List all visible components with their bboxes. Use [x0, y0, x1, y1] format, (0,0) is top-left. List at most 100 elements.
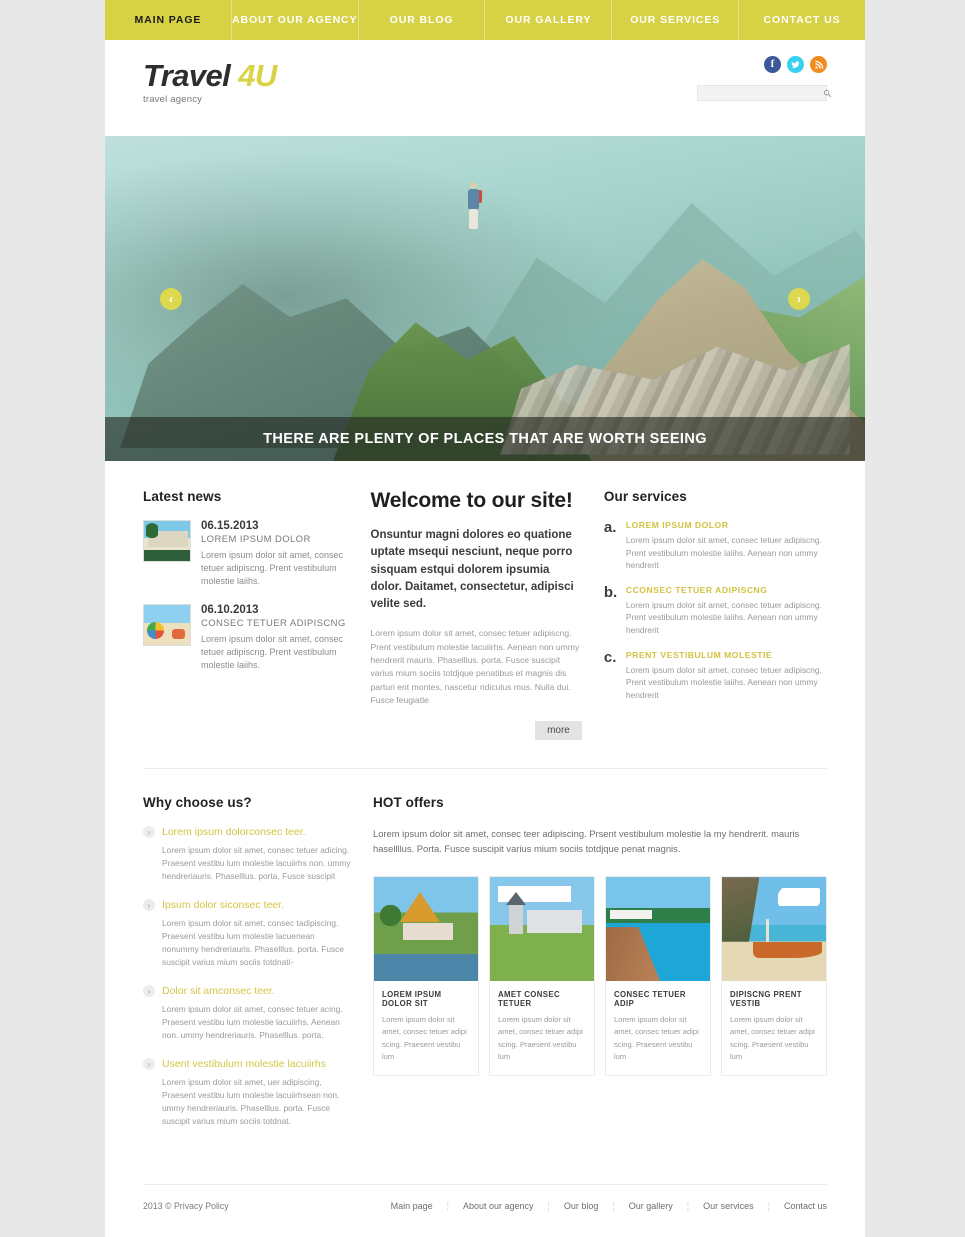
- footer-link-our-gallery[interactable]: Our gallery: [629, 1201, 673, 1211]
- our-services-section: Our services a. LOREM IPSUM DOLOR Lorem …: [604, 489, 827, 740]
- service-item: c. PRENT VESTIBULUM MOLESTIE Lorem ipsum…: [603, 648, 827, 702]
- offer-text: Lorem ipsum dolor sit amet, consec tetue…: [614, 1015, 699, 1061]
- footer-separator: ¦: [686, 1201, 690, 1212]
- footer-link-our-services[interactable]: Our services: [703, 1201, 754, 1211]
- footer-link-contact-us[interactable]: Contact us: [784, 1201, 827, 1211]
- hot-offers-section: HOT offers Lorem ipsum dolor sit amet, c…: [373, 795, 827, 1144]
- service-marker: b.: [603, 583, 618, 601]
- secondary-content: Why choose us? › Lorem ipsum dolorconsec…: [105, 769, 865, 1144]
- offer-card[interactable]: LOREM IPSUM DOLOR SIT Lorem ipsum dolor …: [373, 876, 479, 1076]
- chevron-right-icon: ›: [143, 826, 155, 839]
- why-item: › Usent vestibulum molestie lacuiirhs Lo…: [143, 1058, 351, 1128]
- nav-item-contact-us[interactable]: CONTACT US: [739, 0, 865, 40]
- offer-card[interactable]: AMET CONSEC TETUER Lorem ipsum dolor sit…: [489, 876, 595, 1076]
- hero-image: [105, 136, 865, 461]
- offers-list: LOREM IPSUM DOLOR SIT Lorem ipsum dolor …: [373, 876, 827, 1076]
- chevron-right-icon: ›: [143, 985, 155, 998]
- why-item-title[interactable]: Ipsum dolor siconsec teer.: [162, 899, 284, 911]
- site-footer: 2013 © Privacy Policy Main page ¦ About …: [105, 1185, 865, 1237]
- news-subtitle[interactable]: LOREM IPSUM DOLOR: [201, 534, 349, 545]
- why-item: › Ipsum dolor siconsec teer. Lorem ipsum…: [143, 899, 351, 969]
- social-links: f: [764, 56, 827, 73]
- offer-image[interactable]: [374, 877, 478, 982]
- nav-item-our-gallery[interactable]: OUR GALLERY: [485, 0, 613, 40]
- more-button[interactable]: more: [535, 721, 582, 741]
- why-item-title[interactable]: Lorem ipsum dolorconsec teer.: [162, 826, 306, 838]
- why-item-title[interactable]: Usent vestibulum molestie lacuiirhs: [162, 1058, 326, 1070]
- search-input[interactable]: [698, 88, 823, 98]
- main-content: Latest news 06.15.2013 LOREM IPSUM DOLOR…: [105, 461, 865, 741]
- main-navigation: MAIN PAGE ABOUT OUR AGENCY OUR BLOG OUR …: [105, 0, 865, 40]
- facebook-icon[interactable]: f: [764, 56, 781, 73]
- welcome-lead-text: Onsuntur magni dolores eo quatione uptat…: [370, 529, 574, 610]
- copyright-text: 2013 © Privacy Policy: [143, 1201, 229, 1212]
- site-logo[interactable]: Travel 4U travel agency: [143, 60, 277, 105]
- site-header: Travel 4U travel agency f: [105, 40, 865, 136]
- service-text: Lorem ipsum dolor sit amet, consec tetue…: [625, 664, 822, 700]
- footer-link-about-our-agency[interactable]: About our agency: [463, 1201, 534, 1211]
- slider-caption: THERE ARE PLENTY OF PLACES THAT ARE WORT…: [105, 417, 865, 461]
- chevron-right-icon: ›: [143, 899, 155, 912]
- hot-offers-lead: Lorem ipsum dolor sit amet, consec teer …: [373, 828, 800, 855]
- footer-separator: ¦: [612, 1201, 615, 1212]
- offer-title[interactable]: LOREM IPSUM DOLOR SIT: [382, 990, 470, 1008]
- nav-item-our-blog[interactable]: OUR BLOG: [359, 0, 486, 40]
- footer-navigation: Main page ¦ About our agency ¦ Our blog …: [391, 1201, 827, 1211]
- rss-icon[interactable]: [810, 56, 827, 73]
- offer-card[interactable]: DIPISCNG PRENT VESTIB Lorem ipsum dolor …: [721, 876, 827, 1076]
- offer-image[interactable]: [722, 877, 826, 982]
- search-box[interactable]: [697, 85, 832, 101]
- nav-item-about-our-agency[interactable]: ABOUT OUR AGENCY: [232, 0, 359, 40]
- offer-card[interactable]: CONSEC TETUER ADIP Lorem ipsum dolor sit…: [605, 876, 711, 1076]
- service-marker: c.: [603, 648, 617, 666]
- service-text: Lorem ipsum dolor sit amet, consec tetue…: [625, 599, 822, 636]
- news-subtitle[interactable]: CONSEC TETUER ADIPISCNG: [201, 618, 349, 629]
- latest-news-section: Latest news 06.15.2013 LOREM IPSUM DOLOR…: [143, 489, 371, 740]
- why-item: › Lorem ipsum dolorconsec teer. Lorem ip…: [143, 826, 351, 883]
- slider-next-button[interactable]: ›: [788, 287, 810, 310]
- latest-news-title: Latest news: [143, 489, 222, 504]
- why-choose-us-title: Why choose us?: [143, 795, 252, 811]
- offer-text: Lorem ipsum dolor sit amet, consec tetue…: [730, 1015, 815, 1061]
- service-item: b. CCONSEC TETUER ADIPISCNG Lorem ipsum …: [603, 583, 827, 637]
- news-thumbnail[interactable]: [143, 520, 191, 562]
- news-item[interactable]: 06.15.2013 LOREM IPSUM DOLOR Lorem ipsum…: [143, 520, 349, 588]
- logo-main-text: Travel: [143, 58, 231, 93]
- service-title[interactable]: LOREM IPSUM DOLOR: [626, 520, 827, 530]
- hiker-figure: [466, 181, 482, 238]
- nav-item-our-services[interactable]: OUR SERVICES: [612, 0, 740, 40]
- offer-text: Lorem ipsum dolor sit amet, consec tetue…: [498, 1015, 583, 1061]
- our-services-title: Our services: [603, 489, 687, 504]
- why-item-text: Lorem ipsum dolor sit amet, uer adipisci…: [162, 1077, 340, 1127]
- service-title[interactable]: PRENT VESTIBULUM MOLESTIE: [626, 650, 827, 660]
- news-date: 06.15.2013: [201, 520, 259, 532]
- why-item-title[interactable]: Dolor sit amconsec teer.: [162, 985, 275, 997]
- offer-image[interactable]: [606, 877, 710, 982]
- why-item-text: Lorem ipsum dolor sit amet, consec tadip…: [162, 918, 345, 968]
- news-thumbnail[interactable]: [143, 604, 191, 647]
- slider-prev-button[interactable]: ‹: [160, 287, 182, 310]
- footer-separator: ¦: [547, 1201, 550, 1212]
- offer-title[interactable]: AMET CONSEC TETUER: [498, 990, 586, 1008]
- nav-item-main-page[interactable]: MAIN PAGE: [105, 0, 232, 40]
- news-item[interactable]: 06.10.2013 CONSEC TETUER ADIPISCNG Lorem…: [143, 604, 349, 672]
- search-icon[interactable]: [823, 89, 832, 98]
- news-text: Lorem ipsum dolor sit amet, consec tetue…: [201, 634, 344, 671]
- offer-title[interactable]: DIPISCNG PRENT VESTIB: [730, 990, 818, 1008]
- service-marker: a.: [603, 519, 617, 536]
- service-title[interactable]: CCONSEC TETUER ADIPISCNG: [626, 585, 827, 595]
- news-text: Lorem ipsum dolor sit amet, consec tetue…: [201, 550, 344, 587]
- welcome-section: Welcome to our site! Onsuntur magni dolo…: [370, 489, 604, 741]
- footer-link-our-blog[interactable]: Our blog: [564, 1201, 599, 1211]
- page-container: MAIN PAGE ABOUT OUR AGENCY OUR BLOG OUR …: [105, 0, 865, 1237]
- hero-slider: ‹ › THERE ARE PLENTY OF PLACES THAT ARE …: [105, 136, 865, 461]
- footer-separator: ¦: [767, 1201, 770, 1212]
- chevron-right-icon: ›: [143, 1058, 155, 1071]
- footer-link-main-page[interactable]: Main page: [391, 1201, 433, 1211]
- logo-accent-text: 4U: [238, 58, 277, 93]
- why-choose-us-section: Why choose us? › Lorem ipsum dolorconsec…: [143, 795, 373, 1144]
- twitter-icon[interactable]: [787, 56, 804, 73]
- offer-image[interactable]: [490, 877, 594, 982]
- offer-title[interactable]: CONSEC TETUER ADIP: [614, 990, 702, 1008]
- slider-caption-text: THERE ARE PLENTY OF PLACES THAT ARE WORT…: [263, 431, 707, 447]
